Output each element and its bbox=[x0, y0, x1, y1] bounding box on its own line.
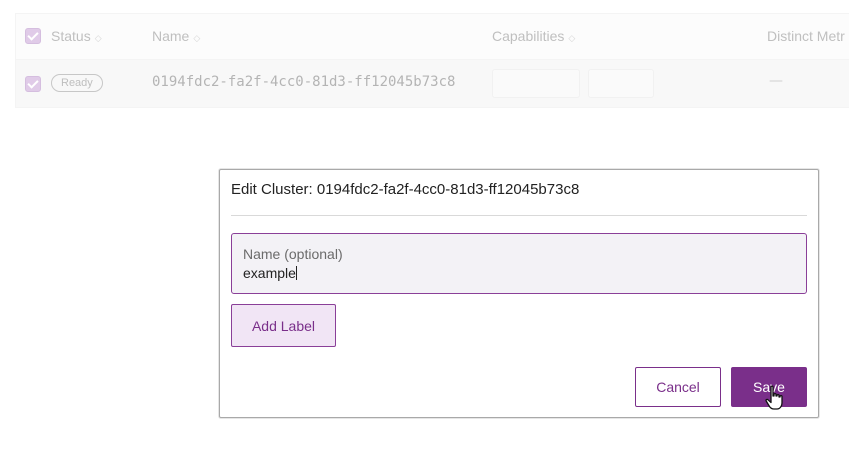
capability-tag bbox=[588, 69, 654, 98]
select-all-checkbox[interactable] bbox=[25, 28, 41, 44]
sort-icon: ◇ bbox=[94, 33, 102, 43]
text-caret bbox=[295, 266, 297, 280]
header-status[interactable]: Status ◇ bbox=[51, 28, 102, 44]
sort-icon: ◇ bbox=[193, 33, 201, 43]
header-distinct-metrics-label: Distinct Metr bbox=[767, 28, 845, 44]
header-name-label: Name bbox=[152, 28, 190, 44]
table-header: Status ◇ Name ◇ Capabilities ◇ Distinct Met… bbox=[16, 14, 849, 60]
header-status-label: Status bbox=[51, 28, 91, 44]
capability-tag bbox=[492, 69, 580, 98]
name-input-value: example bbox=[243, 265, 296, 281]
header-distinct-metrics[interactable]: Distinct Metr bbox=[767, 28, 845, 44]
cancel-button[interactable]: Cancel bbox=[635, 367, 721, 407]
clusters-table: Status ◇ Name ◇ Capabilities ◇ Distinct Met… bbox=[15, 13, 849, 108]
header-name[interactable]: Name ◇ bbox=[152, 28, 200, 44]
name-field[interactable]: Name (optional) example bbox=[231, 233, 807, 294]
sort-icon: ◇ bbox=[568, 33, 576, 43]
header-capabilities-label: Capabilities bbox=[492, 28, 565, 44]
divider bbox=[231, 215, 807, 216]
table-row[interactable]: Ready 0194fdc2-fa2f-4cc0-81d3-ff12045b73… bbox=[16, 60, 849, 107]
add-label-button[interactable]: Add Label bbox=[231, 304, 336, 347]
name-field-label: Name (optional) bbox=[243, 246, 343, 262]
header-capabilities[interactable]: Capabilities ◇ bbox=[492, 28, 575, 44]
row-name[interactable]: 0194fdc2-fa2f-4cc0-81d3-ff12045b73c8 bbox=[152, 74, 455, 90]
hand-pointer-icon bbox=[765, 385, 783, 410]
status-badge: Ready bbox=[51, 74, 103, 92]
dialog-title: Edit Cluster: 0194fdc2-fa2f-4cc0-81d3-ff… bbox=[231, 181, 580, 198]
edit-cluster-dialog: Edit Cluster: 0194fdc2-fa2f-4cc0-81d3-ff… bbox=[219, 169, 819, 418]
row-checkbox[interactable] bbox=[25, 76, 41, 92]
distinct-metrics-value: — bbox=[769, 73, 783, 89]
name-input[interactable]: example bbox=[243, 265, 783, 281]
